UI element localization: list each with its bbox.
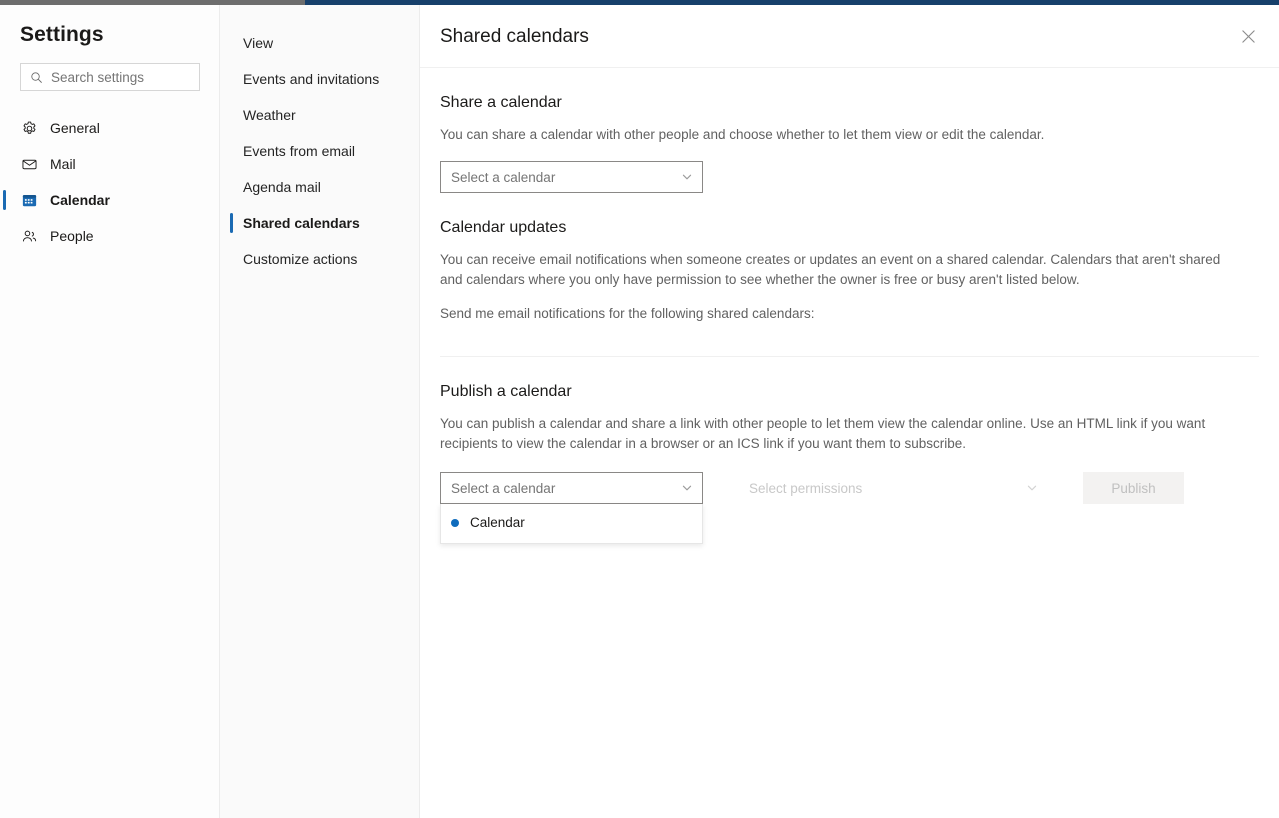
sidebar-item-label: General	[50, 120, 100, 136]
envelope-icon	[20, 155, 38, 173]
publish-calendar-select[interactable]: Select a calendar	[440, 472, 703, 504]
publish-controls-row: Select a calendar Calendar	[440, 472, 1259, 504]
chevron-down-icon	[681, 482, 693, 494]
subnav-item-label: Weather	[243, 107, 296, 123]
settings-title: Settings	[20, 23, 104, 47]
search-input[interactable]	[51, 70, 190, 85]
settings-sidebar: Settings General	[0, 5, 220, 818]
settings-dialog: Settings General	[0, 0, 1279, 818]
people-icon	[20, 227, 38, 245]
subnav-item-label: Shared calendars	[243, 215, 360, 231]
close-button[interactable]	[1233, 23, 1263, 53]
calendar-color-dot	[451, 519, 459, 527]
subnav-item-weather[interactable]: Weather	[220, 97, 420, 133]
subnav-item-events-and-invitations[interactable]: Events and invitations	[220, 61, 420, 97]
gear-icon	[20, 119, 38, 137]
calendar-subnav-list: View Events and invitations Weather Even…	[220, 25, 420, 277]
share-calendar-select-value: Select a calendar	[451, 170, 555, 185]
subnav-item-label: Events and invitations	[243, 71, 379, 87]
share-calendar-description: You can share a calendar with other peop…	[440, 125, 1240, 145]
calendar-updates-notify-label: Send me email notifications for the foll…	[440, 304, 1240, 324]
calendar-subnav: View Events and invitations Weather Even…	[220, 5, 420, 818]
publish-calendar-select-value: Select a calendar	[451, 481, 555, 496]
search-settings-box[interactable]	[20, 63, 200, 91]
share-calendar-heading: Share a calendar	[440, 94, 1259, 112]
calendar-updates-heading: Calendar updates	[440, 219, 1259, 237]
publish-calendar-select-wrapper: Select a calendar Calendar	[440, 472, 703, 504]
shared-calendars-panel: Shared calendars Share a calendar You ca…	[420, 5, 1279, 818]
subnav-item-label: Customize actions	[243, 251, 357, 267]
publish-permissions-select: Select permissions	[738, 472, 1048, 504]
subnav-item-label: View	[243, 35, 273, 51]
sidebar-item-people[interactable]: People	[0, 218, 220, 254]
publish-permissions-select-value: Select permissions	[749, 481, 862, 496]
subnav-item-label: Agenda mail	[243, 179, 321, 195]
publish-calendar-option-label: Calendar	[470, 515, 525, 530]
sidebar-item-label: Mail	[50, 156, 76, 172]
sidebar-item-general[interactable]: General	[0, 110, 220, 146]
subnav-item-label: Events from email	[243, 143, 355, 159]
page-title: Shared calendars	[440, 26, 589, 48]
settings-nav-list: General Mail	[0, 110, 220, 254]
calendar-updates-description: You can receive email notifications when…	[440, 250, 1240, 290]
search-icon	[30, 71, 43, 84]
subnav-item-agenda-mail[interactable]: Agenda mail	[220, 169, 420, 205]
publish-calendar-option-list: Calendar	[440, 504, 703, 544]
calendar-icon	[20, 191, 38, 209]
subnav-item-customize-actions[interactable]: Customize actions	[220, 241, 420, 277]
sidebar-item-label: People	[50, 228, 94, 244]
subnav-item-shared-calendars[interactable]: Shared calendars	[220, 205, 420, 241]
share-calendar-select[interactable]: Select a calendar	[440, 161, 703, 193]
subnav-item-view[interactable]: View	[220, 25, 420, 61]
section-divider	[440, 356, 1259, 357]
panel-header: Shared calendars	[420, 5, 1279, 68]
sidebar-item-mail[interactable]: Mail	[0, 146, 220, 182]
close-icon	[1241, 29, 1256, 47]
panel-body: Share a calendar You can share a calenda…	[420, 94, 1279, 504]
chevron-down-icon	[681, 171, 693, 183]
publish-calendar-option[interactable]: Calendar	[441, 508, 702, 537]
sidebar-item-label: Calendar	[50, 192, 110, 208]
publish-button: Publish	[1083, 472, 1184, 504]
publish-calendar-heading: Publish a calendar	[440, 383, 1259, 401]
subnav-item-events-from-email[interactable]: Events from email	[220, 133, 420, 169]
sidebar-item-calendar[interactable]: Calendar	[0, 182, 220, 218]
chevron-down-icon	[1026, 482, 1038, 494]
publish-calendar-description: You can publish a calendar and share a l…	[440, 414, 1240, 454]
